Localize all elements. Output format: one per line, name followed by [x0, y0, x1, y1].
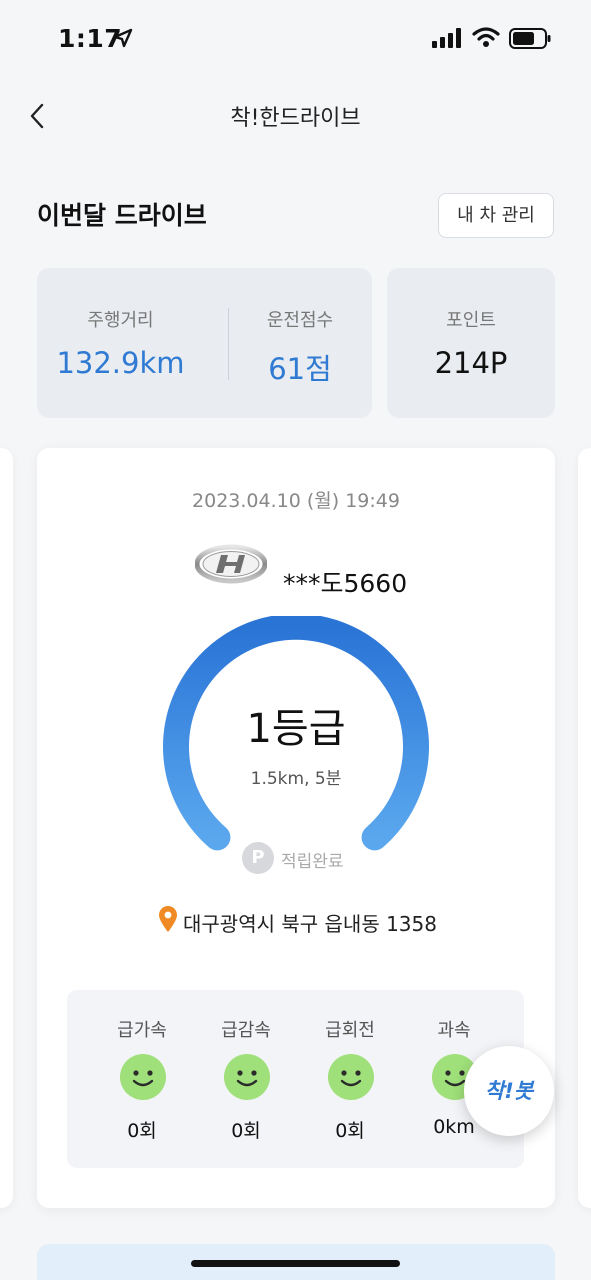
score-value: 61점 — [268, 352, 332, 386]
status-bar: 1:17 — [0, 0, 591, 80]
distance-value: 132.9km — [56, 346, 185, 380]
point-status: 적립완료 — [281, 852, 344, 872]
home-indicator — [191, 1260, 400, 1267]
score-label: 운전점수 — [266, 310, 334, 331]
distance-label: 주행거리 — [87, 310, 154, 331]
event-label: 과속 — [437, 1020, 471, 1041]
previous-drive-card[interactable] — [0, 448, 13, 1208]
chatbot-button[interactable]: 착!봇 — [464, 1046, 554, 1136]
point-badge-icon: P — [242, 842, 274, 874]
score-stat: 운전점수 61점 — [228, 268, 372, 418]
distance-stat: 주행거리 132.9km — [37, 268, 204, 418]
wifi-icon — [472, 27, 500, 47]
driving-events: 급가속 0회 급감속 0회 급회전 0회 과속 0km — [67, 990, 524, 1168]
points-card[interactable]: 포인트 214P — [387, 268, 555, 418]
event-sharp-turn: 급회전 0회 — [300, 990, 400, 1168]
license-plate: ***도5660 — [283, 569, 408, 598]
next-drive-card[interactable] — [578, 448, 591, 1208]
nav-bar: 착!한드라이브 — [0, 80, 591, 152]
event-value: 0회 — [335, 1120, 365, 1142]
battery-icon — [509, 28, 551, 49]
monthly-stats-card: 주행거리 132.9km 운전점수 61점 — [37, 268, 372, 418]
drive-date: 2023.04.10 (월) 19:49 — [192, 490, 400, 512]
event-hard-braking: 급감속 0회 — [196, 990, 296, 1168]
event-value: 0회 — [231, 1120, 261, 1142]
screen: 1:17 착!한드라이브 이번달 드라이브 내 차 관리 주행거리 132.9k… — [0, 0, 591, 1280]
smile-face-icon — [224, 1054, 270, 1100]
points-value: 214P — [434, 346, 508, 380]
event-label: 급회전 — [325, 1020, 375, 1041]
grade-value: 1등급 — [246, 706, 346, 752]
smile-face-icon — [328, 1054, 374, 1100]
event-value: 0회 — [127, 1120, 157, 1142]
cellular-signal-icon — [432, 28, 461, 48]
location-pin-icon — [159, 906, 177, 932]
location-arrow-icon — [113, 28, 133, 48]
section-title: 이번달 드라이브 — [37, 201, 207, 230]
event-label: 급감속 — [221, 1020, 271, 1041]
event-hard-acceleration: 급가속 0회 — [92, 990, 192, 1168]
my-car-button[interactable]: 내 차 관리 — [438, 193, 554, 238]
page-title: 착!한드라이브 — [230, 106, 361, 131]
event-label: 급가속 — [117, 1020, 167, 1041]
hyundai-logo-icon — [195, 544, 267, 584]
drive-address: 대구광역시 북구 읍내동 1358 — [183, 912, 437, 936]
points-label: 포인트 — [446, 310, 496, 331]
drive-distance-time: 1.5km, 5분 — [250, 769, 342, 789]
smile-face-icon — [120, 1054, 166, 1100]
